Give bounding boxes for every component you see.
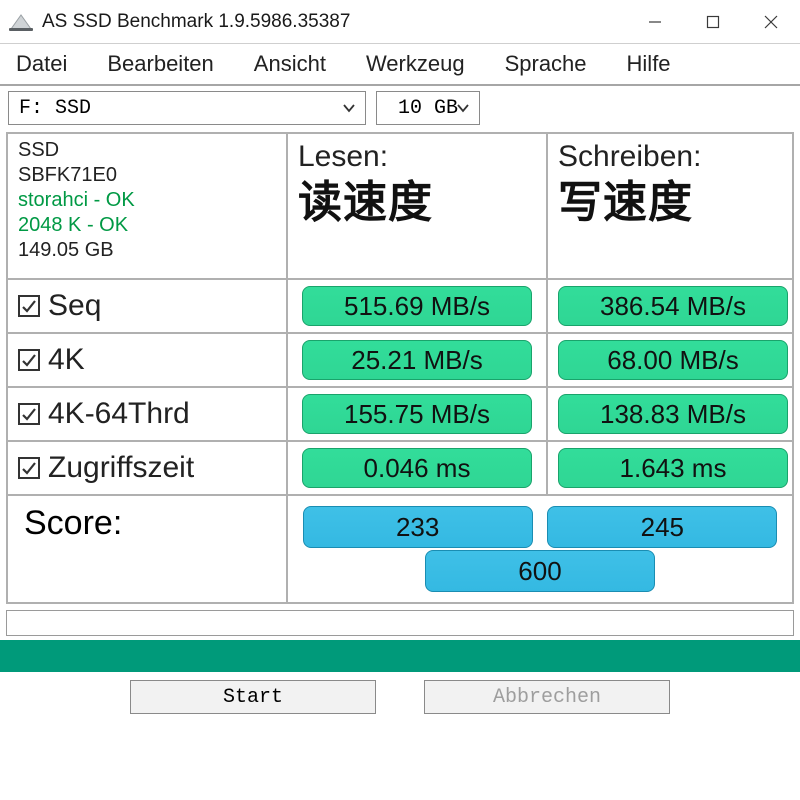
read-header-label: Lesen: bbox=[298, 140, 388, 174]
menu-hilfe[interactable]: Hilfe bbox=[615, 44, 699, 84]
chevron-down-icon bbox=[341, 100, 357, 116]
menu-ansicht[interactable]: Ansicht bbox=[242, 44, 354, 84]
score-label: Score: bbox=[18, 498, 276, 543]
menu-sprache[interactable]: Sprache bbox=[493, 44, 615, 84]
drive-driver: storahci - OK bbox=[18, 188, 276, 212]
drive-alignment: 2048 K - OK bbox=[18, 213, 276, 237]
minimize-button[interactable] bbox=[626, 0, 684, 44]
read-cn-label: 读速度 bbox=[298, 180, 433, 226]
write-column-header: Schreiben: 写速度 bbox=[548, 134, 792, 278]
score-read: 233 bbox=[303, 506, 533, 548]
test-label-seq: Seq bbox=[18, 289, 276, 323]
window-title: AS SSD Benchmark 1.9.5986.35387 bbox=[42, 11, 350, 33]
4k-write-value: 68.00 MB/s bbox=[558, 340, 788, 380]
results-table: SSD SBFK71E0 storahci - OK 2048 K - OK 1… bbox=[6, 132, 794, 604]
write-header-label: Schreiben: bbox=[558, 140, 701, 174]
maximize-button[interactable] bbox=[684, 0, 742, 44]
size-select-value: 10 GB bbox=[398, 97, 458, 120]
test-row-access: Zugriffszeit 0.046 ms 1.643 ms bbox=[8, 440, 792, 494]
window-controls bbox=[626, 0, 800, 44]
write-cn-label: 写速度 bbox=[558, 180, 693, 226]
drive-info-cell: SSD SBFK71E0 storahci - OK 2048 K - OK 1… bbox=[8, 134, 288, 278]
4k-read-value: 25.21 MB/s bbox=[302, 340, 532, 380]
menu-datei[interactable]: Datei bbox=[4, 44, 95, 84]
test-row-4k64: 4K-64Thrd 155.75 MB/s 138.83 MB/s bbox=[8, 386, 792, 440]
4k64-write-value: 138.83 MB/s bbox=[558, 394, 788, 434]
size-select[interactable]: 10 GB bbox=[376, 91, 480, 125]
drive-name: SSD bbox=[18, 138, 276, 162]
access-read-value: 0.046 ms bbox=[302, 448, 532, 488]
drive-select[interactable]: F: SSD bbox=[8, 91, 366, 125]
menu-werkzeug[interactable]: Werkzeug bbox=[354, 44, 493, 84]
test-label-access: Zugriffszeit bbox=[18, 451, 276, 485]
chevron-down-icon bbox=[455, 100, 471, 116]
seq-read-value: 515.69 MB/s bbox=[302, 286, 532, 326]
test-label-4k64: 4K-64Thrd bbox=[18, 397, 276, 431]
read-column-header: Lesen: 读速度 bbox=[288, 134, 548, 278]
app-icon bbox=[8, 12, 34, 32]
checkbox-access[interactable] bbox=[18, 457, 40, 479]
checkbox-4k[interactable] bbox=[18, 349, 40, 371]
accent-bar bbox=[0, 640, 800, 672]
selector-row: F: SSD 10 GB bbox=[0, 86, 800, 130]
checkbox-seq[interactable] bbox=[18, 295, 40, 317]
test-row-4k: 4K 25.21 MB/s 68.00 MB/s bbox=[8, 332, 792, 386]
close-button[interactable] bbox=[742, 0, 800, 44]
drive-select-value: F: SSD bbox=[19, 97, 91, 120]
button-row: Start Abbrechen bbox=[0, 672, 800, 714]
score-write: 245 bbox=[547, 506, 777, 548]
test-label-4k: 4K bbox=[18, 343, 276, 377]
score-total: 600 bbox=[425, 550, 655, 592]
titlebar: AS SSD Benchmark 1.9.5986.35387 bbox=[0, 0, 800, 44]
seq-write-value: 386.54 MB/s bbox=[558, 286, 788, 326]
start-button[interactable]: Start bbox=[130, 680, 376, 714]
score-area: 233 245 600 bbox=[288, 496, 792, 602]
cancel-button: Abbrechen bbox=[424, 680, 670, 714]
score-row: Score: 233 245 600 bbox=[8, 494, 792, 602]
test-row-seq: Seq 515.69 MB/s 386.54 MB/s bbox=[8, 278, 792, 332]
menubar: Datei Bearbeiten Ansicht Werkzeug Sprach… bbox=[0, 44, 800, 86]
checkbox-4k64[interactable] bbox=[18, 403, 40, 425]
access-write-value: 1.643 ms bbox=[558, 448, 788, 488]
menu-bearbeiten[interactable]: Bearbeiten bbox=[95, 44, 241, 84]
4k64-read-value: 155.75 MB/s bbox=[302, 394, 532, 434]
drive-firmware: SBFK71E0 bbox=[18, 163, 276, 187]
progress-bar bbox=[6, 610, 794, 636]
drive-capacity: 149.05 GB bbox=[18, 238, 276, 262]
